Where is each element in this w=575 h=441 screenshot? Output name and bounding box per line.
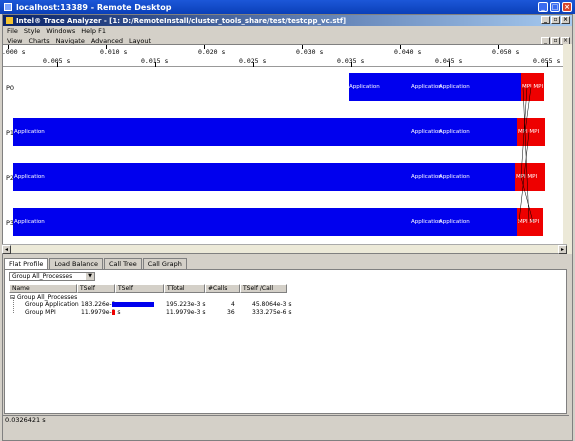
app-restore-button[interactable]: ▫ xyxy=(551,16,560,24)
row-name-application[interactable]: Group Application xyxy=(25,301,79,308)
message-line xyxy=(524,86,532,133)
col-name[interactable]: Name xyxy=(9,284,77,293)
tself-bar-application xyxy=(112,302,154,307)
message-lines xyxy=(518,86,534,223)
tself-bar-mpi xyxy=(112,310,115,315)
message-line xyxy=(520,176,534,223)
col-tself-bar[interactable]: TSelf xyxy=(115,284,164,293)
message-line xyxy=(520,86,528,178)
timeline-vertical-scrollbar[interactable] xyxy=(563,44,572,254)
scroll-left-arrow-icon[interactable]: ◂ xyxy=(2,245,11,254)
rdp-title: localhost:13389 - Remote Desktop xyxy=(16,2,172,12)
rdp-titlebar: localhost:13389 - Remote Desktop _ □ × xyxy=(0,0,575,14)
tree-collapse-icon[interactable]: ⊟ xyxy=(10,294,15,301)
group-select[interactable]: Group All_Processes ▼ xyxy=(9,272,95,281)
app-close-button[interactable]: × xyxy=(561,16,570,24)
menu-file[interactable]: File xyxy=(7,27,18,35)
main-menubar: File Style Windows Help F1 xyxy=(3,26,572,36)
col-tself-per-call[interactable]: TSelf /Call xyxy=(240,284,287,293)
row-calls-application: 4 xyxy=(231,301,235,308)
menu-help[interactable]: Help F1 xyxy=(81,27,106,35)
close-button[interactable]: × xyxy=(562,2,572,12)
tab-flat-profile[interactable]: Flat Profile xyxy=(4,258,49,269)
menu-windows[interactable]: Windows xyxy=(46,27,75,35)
maximize-button[interactable]: □ xyxy=(550,2,560,12)
app-titlebar: Intel® Trace Analyzer - [1: D:/RemoteIns… xyxy=(3,15,572,26)
timeline-horizontal-scrollbar[interactable]: ◂ ▸ xyxy=(2,244,567,254)
minimize-button[interactable]: _ xyxy=(538,2,548,12)
menu-style[interactable]: Style xyxy=(24,27,40,35)
remote-desktop-icon xyxy=(4,3,12,11)
scroll-right-arrow-icon[interactable]: ▸ xyxy=(558,245,567,254)
app-minimize-button[interactable]: _ xyxy=(541,16,550,24)
app-title: Intel® Trace Analyzer - [1: D:/RemoteIns… xyxy=(16,16,347,25)
flat-profile-panel: Group All_Processes ▼ Name TSelf TSelf T… xyxy=(4,269,567,414)
status-time: 0.0326421 s xyxy=(5,416,46,424)
event-timeline[interactable]: .000 s 0.010 s 0.020 s 0.030 s 0.040 s 0.050 … xyxy=(2,44,568,254)
statusbar: 0.0326421 s xyxy=(2,415,569,425)
row-tself-per-call-application: 45.8064e-3 s xyxy=(252,301,292,308)
row-tself-per-call-mpi: 333.275e-6 s xyxy=(252,309,292,316)
row-ttotal-mpi: 11.9979e-3 s xyxy=(166,309,206,316)
tab-load-balance[interactable]: Load Balance xyxy=(49,258,103,269)
col-tself[interactable]: TSelf xyxy=(77,284,115,293)
group-root-label[interactable]: Group All_Processes xyxy=(17,294,77,301)
message-line xyxy=(518,131,530,223)
tab-call-graph[interactable]: Call Graph xyxy=(142,258,187,269)
col-calls[interactable]: #Calls xyxy=(205,284,240,293)
app-icon xyxy=(6,17,13,24)
group-select-value: Group All_Processes xyxy=(12,273,73,280)
col-ttotal[interactable]: TTotal xyxy=(164,284,205,293)
chart-tabs: Flat Profile Load Balance Call Tree Call… xyxy=(4,258,187,269)
row-calls-mpi: 36 xyxy=(227,309,235,316)
row-name-mpi[interactable]: Group MPI xyxy=(25,309,56,316)
tab-call-tree[interactable]: Call Tree xyxy=(103,258,142,269)
row-ttotal-application: 195.223e-3 s xyxy=(166,301,206,308)
chevron-down-icon[interactable]: ▼ xyxy=(86,273,94,280)
profile-table-header: Name TSelf TSelf TTotal #Calls TSelf /Ca… xyxy=(9,284,287,293)
